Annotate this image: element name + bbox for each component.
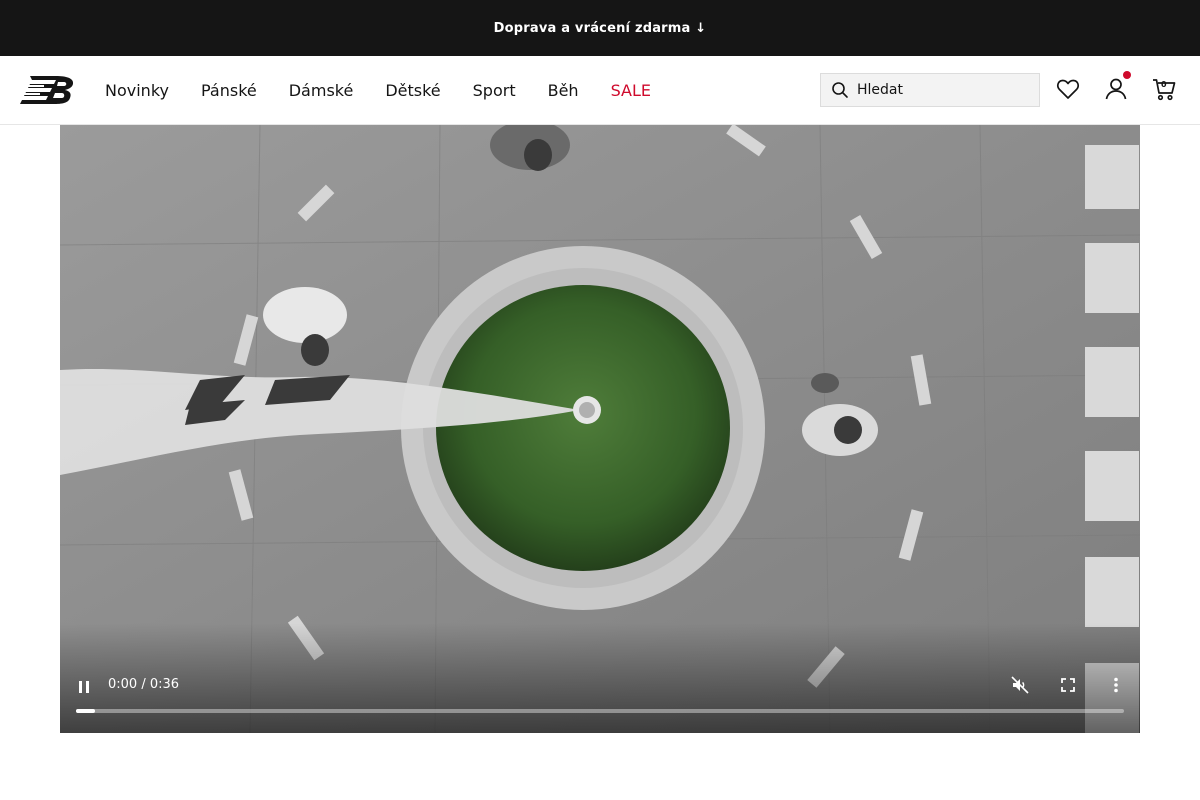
nav-item-panske[interactable]: Pánské bbox=[201, 81, 257, 100]
pause-icon bbox=[74, 677, 94, 697]
mute-button[interactable] bbox=[1008, 673, 1032, 697]
controls-overlay bbox=[60, 623, 1140, 733]
search-box[interactable] bbox=[820, 73, 1040, 107]
fullscreen-icon bbox=[1058, 675, 1078, 695]
fullscreen-button[interactable] bbox=[1056, 673, 1080, 697]
search-input[interactable] bbox=[857, 82, 1027, 98]
account-button[interactable] bbox=[1102, 71, 1131, 104]
more-options-button[interactable] bbox=[1104, 673, 1128, 697]
search-icon[interactable] bbox=[831, 81, 849, 99]
promo-text[interactable]: Doprava a vrácení zdarma ↓ bbox=[494, 21, 707, 36]
hero-video[interactable]: 0:00 / 0:36 bbox=[60, 125, 1140, 733]
pause-button[interactable] bbox=[72, 675, 96, 699]
nav-item-detske[interactable]: Dětské bbox=[385, 81, 440, 100]
video-progress-bar[interactable] bbox=[76, 709, 1124, 713]
nav-item-beh[interactable]: Běh bbox=[548, 81, 579, 100]
video-progress-fill bbox=[76, 709, 95, 713]
nav-item-sale[interactable]: SALE bbox=[611, 81, 651, 100]
cart-count: 0 bbox=[1161, 80, 1167, 89]
heart-icon bbox=[1055, 76, 1081, 102]
volume-muted-icon bbox=[1010, 675, 1030, 695]
cart-button[interactable]: 0 bbox=[1150, 74, 1178, 104]
account-status-badge bbox=[1123, 71, 1131, 79]
main-nav: Novinky Pánské Dámské Dětské Sport Běh S… bbox=[105, 56, 651, 124]
nav-item-novinky[interactable]: Novinky bbox=[105, 81, 169, 100]
more-vertical-icon bbox=[1106, 675, 1126, 695]
user-icon bbox=[1103, 76, 1129, 102]
new-balance-logo[interactable] bbox=[16, 74, 76, 106]
nav-item-damske[interactable]: Dámské bbox=[289, 81, 354, 100]
video-time: 0:00 / 0:36 bbox=[108, 677, 180, 692]
nav-item-sport[interactable]: Sport bbox=[473, 81, 516, 100]
promo-bar[interactable]: Doprava a vrácení zdarma ↓ bbox=[0, 0, 1200, 56]
site-header: Novinky Pánské Dámské Dětské Sport Běh S… bbox=[0, 56, 1200, 125]
wishlist-button[interactable] bbox=[1054, 74, 1082, 104]
